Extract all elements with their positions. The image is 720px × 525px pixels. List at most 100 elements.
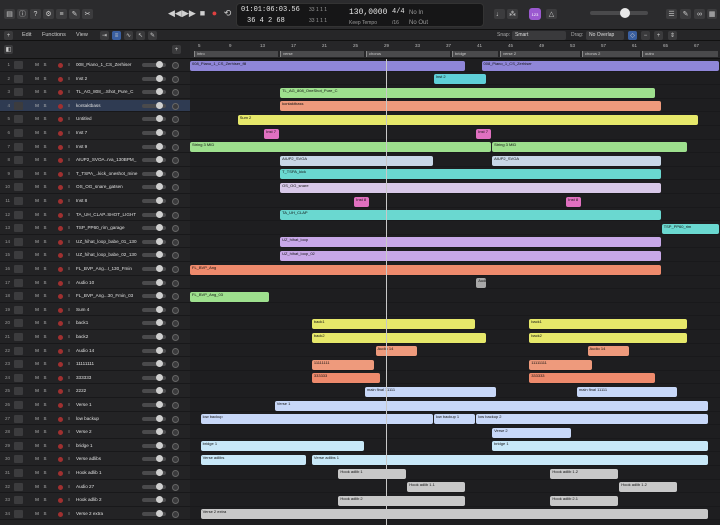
track-volume-slider[interactable] <box>142 74 166 82</box>
track-name[interactable]: OS_OG_snare_gatsen <box>76 184 146 189</box>
track-name[interactable]: TL_AG_808_..Shot_Pure_C <box>76 89 146 94</box>
solo-button[interactable]: S <box>42 89 48 94</box>
track-header[interactable]: 6 M S I Inst 7 <box>0 127 190 140</box>
track-header[interactable]: 27 M S Ilow backup <box>0 413 190 426</box>
input-monitor-button[interactable]: I <box>66 225 72 230</box>
track-name[interactable]: TSP_PP60_rim_garage <box>76 225 146 230</box>
browser-icon[interactable]: ▦ <box>707 9 717 19</box>
region[interactable]: T_TSPA_kick <box>280 169 661 180</box>
track-header[interactable]: 20 M S Iback1 <box>0 317 190 330</box>
track-volume-slider[interactable] <box>142 210 166 218</box>
automation-icon[interactable]: ◇ <box>628 31 637 40</box>
record-enable-button[interactable] <box>58 63 63 68</box>
region[interactable]: FL_BVP_Ang_03 <box>190 291 269 302</box>
track-name[interactable]: Verse 1 <box>76 402 146 407</box>
region[interactable]: low backup 1 <box>433 414 476 425</box>
region[interactable]: main final 11111 <box>576 386 677 397</box>
input-monitor-button[interactable]: I <box>66 388 72 393</box>
track-header[interactable]: 21 M S Iback2 <box>0 331 190 344</box>
track-name[interactable]: Audio 14 <box>76 348 146 353</box>
track-header[interactable]: 15 M S I UZ_hihat_loop_babe_02_130 <box>0 249 190 262</box>
mute-button[interactable]: M <box>34 361 40 366</box>
track-volume-slider[interactable] <box>142 482 166 490</box>
view-menu[interactable]: View <box>76 32 88 38</box>
mute-button[interactable]: M <box>34 239 40 244</box>
track-volume-slider[interactable] <box>142 387 166 395</box>
mute-button[interactable]: M <box>34 456 40 461</box>
region[interactable]: AIUP2_SVOA <box>492 155 661 166</box>
record-enable-button[interactable] <box>58 226 63 232</box>
list-editors-icon[interactable]: ☰ <box>666 9 677 19</box>
track-pan-knob[interactable] <box>172 320 179 328</box>
track-pan-knob[interactable] <box>172 388 179 396</box>
track-volume-slider[interactable] <box>142 428 166 436</box>
record-enable-button[interactable] <box>58 199 63 204</box>
mute-button[interactable]: M <box>34 484 40 489</box>
track-header[interactable]: 31 M S I Hook adlib 1 <box>0 467 190 480</box>
notes-icon[interactable]: ✎ <box>680 9 691 19</box>
input-monitor-button[interactable]: I <box>66 375 72 380</box>
track-pan-knob[interactable] <box>172 402 179 409</box>
input-monitor-button[interactable]: I <box>66 280 72 285</box>
region[interactable]: 11111111 <box>529 359 592 370</box>
solo-button[interactable]: S <box>42 334 48 339</box>
region[interactable]: Verse adlibs <box>200 454 306 465</box>
playhead[interactable] <box>386 59 387 525</box>
track-header[interactable]: 16 M S I FL_BVP_Ang...I_130_Fmin <box>0 263 190 276</box>
record-enable-button[interactable] <box>58 76 63 82</box>
track-lane[interactable] <box>190 426 720 439</box>
solo-button[interactable]: S <box>42 157 48 162</box>
track-pan-knob[interactable] <box>172 497 179 505</box>
track-header[interactable]: 9 M S I T_TSPA_..kick_oneshot_mine <box>0 168 190 181</box>
pencil-tool-icon[interactable]: ✎ <box>148 31 157 40</box>
track-volume-slider[interactable] <box>142 455 166 463</box>
track-volume-slider[interactable] <box>142 360 166 368</box>
editors-icon[interactable]: ✎ <box>69 9 80 19</box>
record-icon[interactable]: ● <box>208 8 221 18</box>
track-name[interactable]: Verse 2 extra <box>76 511 146 516</box>
input-monitor-button[interactable]: I <box>66 348 72 353</box>
mute-button[interactable]: M <box>34 198 40 203</box>
region[interactable]: Hook adlib 1 <box>338 468 407 479</box>
region[interactable]: Hook adlib 1.2 <box>550 468 619 479</box>
solo-button[interactable]: S <box>42 171 48 176</box>
track-lane[interactable] <box>190 222 720 235</box>
track-name[interactable]: UZ_hihat_loop_babe_02_130 <box>76 252 146 257</box>
solo-button[interactable]: S <box>42 103 48 108</box>
track-header[interactable]: 33 M S I Hook adlib 2 <box>0 494 190 507</box>
mute-button[interactable]: M <box>34 307 40 312</box>
track-name[interactable]: back1 <box>76 320 146 325</box>
region[interactable]: back1 <box>311 318 476 329</box>
input-monitor-button[interactable]: I <box>66 429 72 434</box>
mute-button[interactable]: M <box>34 130 40 135</box>
mute-button[interactable]: M <box>34 225 40 230</box>
region[interactable]: Audio 10 <box>476 278 486 289</box>
solo-button[interactable]: S <box>42 144 48 149</box>
zoom-out-icon[interactable]: − <box>641 31 650 40</box>
track-pan-knob[interactable] <box>172 279 179 287</box>
mute-button[interactable]: M <box>34 252 40 257</box>
track-volume-slider[interactable] <box>142 129 166 136</box>
zoom-in-icon[interactable]: + <box>654 31 663 40</box>
mute-button[interactable]: M <box>34 89 40 94</box>
track-name[interactable]: Audio 10 <box>76 280 146 285</box>
track-header[interactable]: 28 M S I Verse 2 <box>0 426 190 439</box>
input-monitor-button[interactable]: I <box>66 239 72 244</box>
library-icon[interactable]: ▤ <box>4 9 15 19</box>
solo-button[interactable]: S <box>42 252 48 257</box>
track-volume-slider[interactable] <box>142 401 166 408</box>
region[interactable]: String 3 MID <box>492 142 688 153</box>
track-pan-knob[interactable] <box>172 252 179 260</box>
track-lane[interactable] <box>190 358 720 371</box>
mixer-icon[interactable]: ≡ <box>56 9 67 19</box>
track-header[interactable]: 25 M S I 2222 <box>0 385 190 398</box>
region[interactable]: Inst 7 <box>476 128 492 139</box>
record-enable-button[interactable] <box>58 90 63 96</box>
record-enable-button[interactable] <box>58 267 63 272</box>
track-volume-slider[interactable] <box>142 509 166 517</box>
track-volume-slider[interactable] <box>142 278 166 286</box>
solo-button[interactable]: S <box>42 76 48 81</box>
track-header[interactable]: 26 M S I Verse 1 <box>0 399 190 412</box>
track-name[interactable]: T_TSPA_..kick_oneshot_mine <box>76 171 146 176</box>
track-pan-knob[interactable] <box>172 225 179 233</box>
